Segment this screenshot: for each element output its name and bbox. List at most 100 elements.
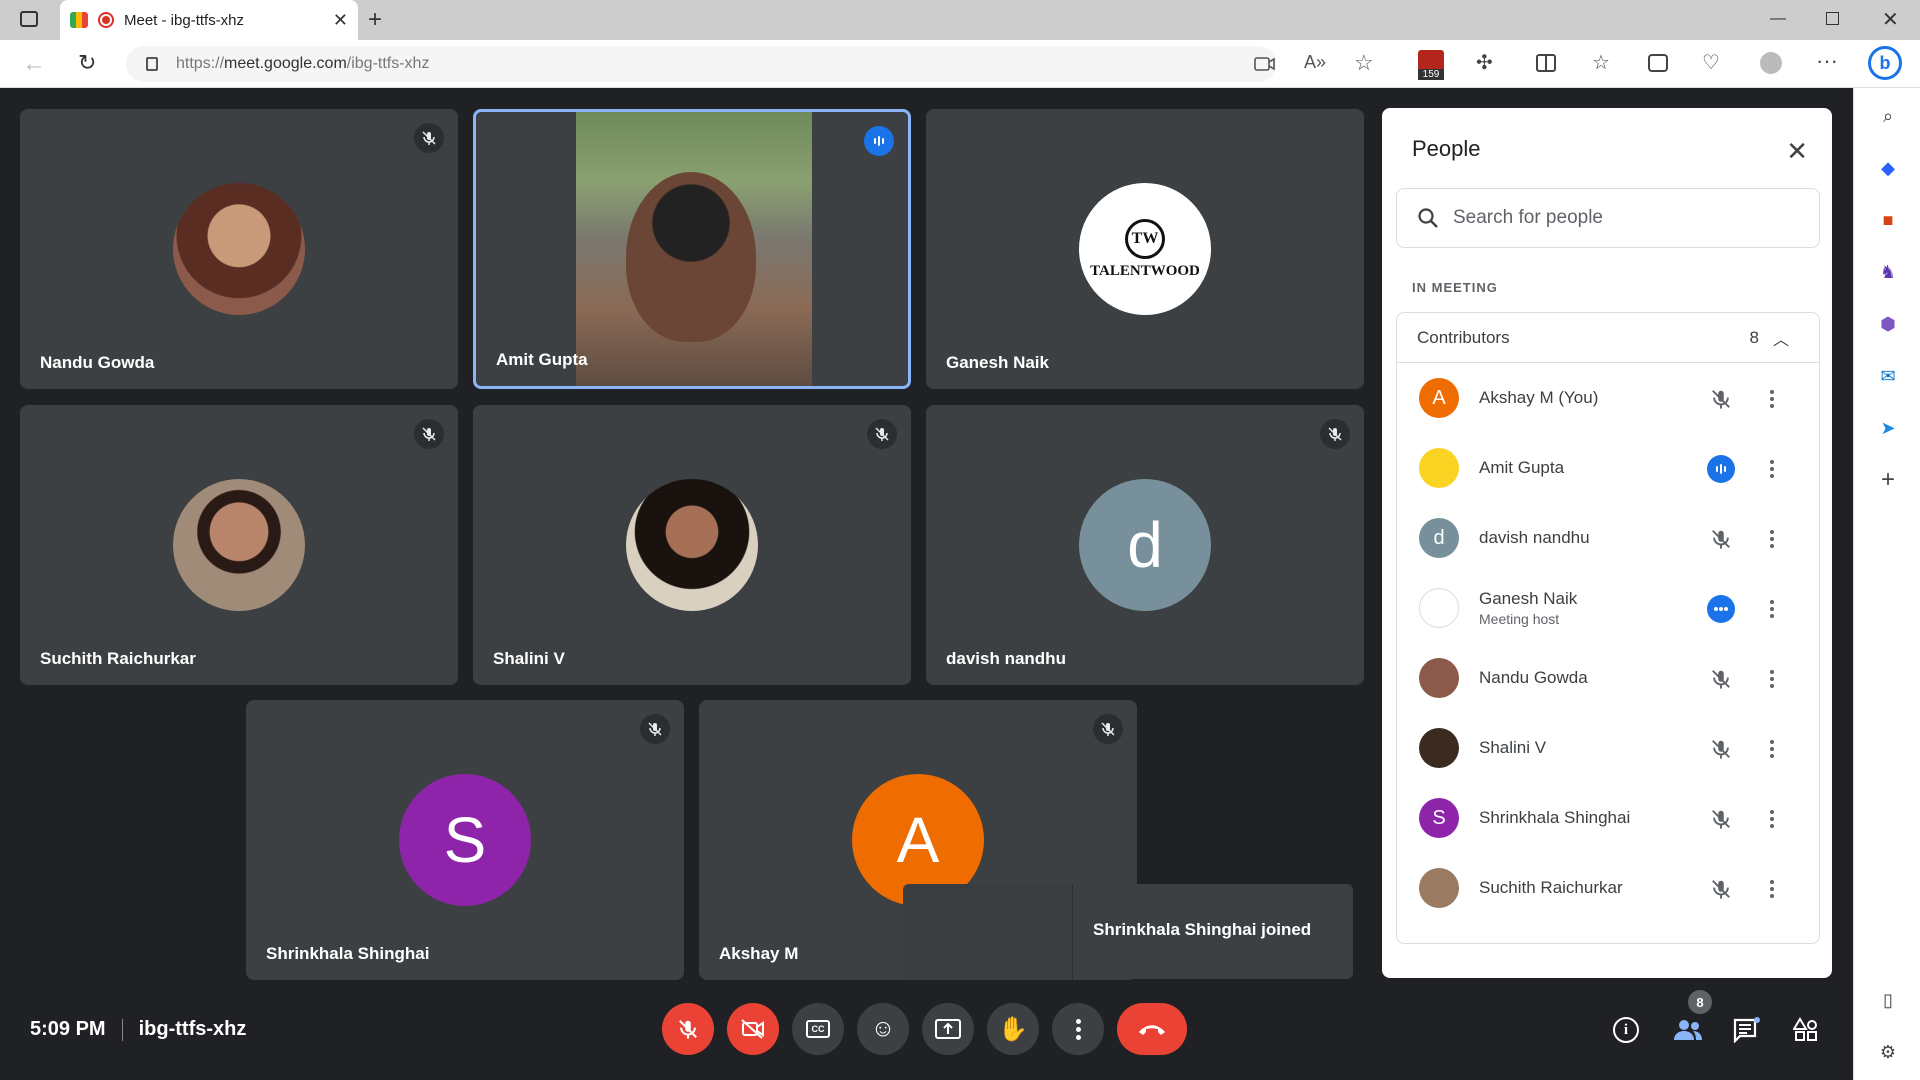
participant-tile[interactable]: Nandu Gowda (20, 109, 458, 389)
extensions-puzzle-icon[interactable]: ✣ (1476, 50, 1493, 75)
tab-actions-icon[interactable] (20, 11, 38, 27)
chevron-up-icon[interactable]: ︿ (1773, 326, 1789, 350)
avatar-letter: S (443, 804, 487, 876)
present-screen-icon (935, 1019, 961, 1039)
close-panel-icon[interactable]: ✕ (1786, 136, 1808, 167)
more-vert-icon[interactable] (1767, 525, 1777, 553)
more-vert-icon[interactable] (1767, 385, 1777, 413)
read-aloud-icon[interactable]: A» (1304, 52, 1326, 73)
meeting-details-button[interactable]: i (1606, 1010, 1646, 1050)
participant-row[interactable]: A Akshay M (You) (1397, 363, 1819, 433)
minimize-icon[interactable]: — (1770, 10, 1786, 28)
tools-briefcase-icon[interactable]: ■ (1874, 206, 1902, 234)
mic-off-icon[interactable] (1707, 665, 1735, 693)
control-bar: 5:09 PM ibg-ttfs-xhz CC ☺ ✋ i 8 (0, 990, 1853, 1080)
participant-tile-active-speaker[interactable]: Amit Gupta (473, 109, 911, 389)
participant-avatar (1419, 728, 1459, 768)
search-people-input[interactable]: Search for people (1396, 188, 1820, 248)
activities-button[interactable] (1786, 1010, 1826, 1050)
search-icon[interactable]: ⌕ (1874, 102, 1902, 130)
send-drop-icon[interactable]: ➤ (1874, 414, 1902, 442)
new-tab-icon[interactable]: + (368, 6, 382, 34)
participant-name: Akshay M (719, 944, 799, 963)
shopping-tag-icon[interactable]: ◆ (1874, 154, 1902, 182)
browser-tab[interactable]: Meet - ibg-ttfs-xhz ✕ (60, 0, 358, 40)
mic-off-icon[interactable] (1707, 385, 1735, 413)
more-vert-icon[interactable] (1767, 875, 1777, 903)
raise-hand-button[interactable]: ✋ (987, 1003, 1039, 1055)
performance-heart-icon[interactable]: ♡ (1702, 50, 1720, 75)
bing-chat-icon[interactable]: b (1868, 46, 1902, 80)
camera-blocked-icon[interactable] (1254, 56, 1276, 72)
speaking-indicator-icon[interactable] (1707, 455, 1735, 483)
speaking-indicator-icon (864, 126, 894, 156)
present-button[interactable] (922, 1003, 974, 1055)
address-bar-row: ← ↻ https://meet.google.com/ibg-ttfs-xhz… (0, 40, 1920, 88)
camera-toggle-button[interactable] (727, 1003, 779, 1055)
more-horiz-icon[interactable] (1707, 595, 1735, 623)
more-vert-icon[interactable] (1767, 595, 1777, 623)
avatar-letter: d (1433, 526, 1445, 549)
section-label: IN MEETING (1412, 280, 1498, 295)
emoji-icon: ☺ (870, 1015, 896, 1042)
split-screen-icon[interactable] (1536, 54, 1556, 72)
participant-row[interactable]: Shalini V (1397, 713, 1819, 783)
chat-icon (1733, 1017, 1760, 1043)
participant-row[interactable]: Suchith Raichurkar (1397, 853, 1819, 923)
participant-row[interactable]: S Shrinkhala Shinghai (1397, 783, 1819, 853)
reactions-button[interactable]: ☺ (857, 1003, 909, 1055)
avatar-letter: d (1127, 509, 1163, 581)
games-icon[interactable]: ♞ (1874, 258, 1902, 286)
participant-row[interactable]: Nandu Gowda (1397, 643, 1819, 713)
participant-tile[interactable]: Shalini V (473, 405, 911, 685)
participant-row[interactable]: d davish nandhu (1397, 503, 1819, 573)
mic-off-icon[interactable] (1707, 805, 1735, 833)
url-field[interactable]: https://meet.google.com/ibg-ttfs-xhz (126, 46, 1276, 82)
edge-sidebar: ⌕ ◆ ■ ♞ ⬢ ✉ ➤ + ▯ ⚙ (1853, 88, 1920, 1080)
phone-hangup-icon (1139, 1025, 1165, 1035)
microsoft-365-icon[interactable]: ⬢ (1874, 310, 1902, 338)
more-menu-icon[interactable]: ··· (1816, 48, 1838, 74)
participant-text: Shalini V (1479, 738, 1546, 758)
more-vert-icon[interactable] (1767, 455, 1777, 483)
captions-button[interactable]: CC (792, 1003, 844, 1055)
extension-calendar-icon[interactable]: 159 (1418, 50, 1444, 80)
participant-row[interactable]: Amit Gupta (1397, 433, 1819, 503)
leave-call-button[interactable] (1117, 1003, 1187, 1055)
participant-name: davish nandhu (946, 649, 1066, 668)
back-icon[interactable]: ← (22, 50, 46, 78)
outlook-icon[interactable]: ✉ (1874, 362, 1902, 390)
mic-off-icon[interactable] (1707, 875, 1735, 903)
people-button[interactable] (1668, 1010, 1708, 1050)
more-vert-icon[interactable] (1767, 805, 1777, 833)
add-icon[interactable]: + (1874, 466, 1902, 494)
hide-sidebar-icon[interactable]: ▯ (1874, 986, 1902, 1014)
contributors-header[interactable]: Contributors 8 ︿ (1397, 313, 1819, 363)
mic-off-icon (640, 714, 670, 744)
more-options-button[interactable] (1052, 1003, 1104, 1055)
participant-avatar (1419, 868, 1459, 908)
mic-toggle-button[interactable] (662, 1003, 714, 1055)
participant-tile[interactable]: TW TALENTWOOD Ganesh Naik (926, 109, 1364, 389)
more-vert-icon[interactable] (1767, 735, 1777, 763)
close-window-icon[interactable]: ✕ (1882, 7, 1899, 32)
refresh-icon[interactable]: ↻ (78, 50, 96, 76)
favorites-icon[interactable]: ☆ (1592, 50, 1610, 75)
browser-tab-bar: Meet - ibg-ttfs-xhz ✕ + — ✕ (0, 0, 1920, 40)
settings-gear-icon[interactable]: ⚙ (1874, 1038, 1902, 1066)
participant-tile[interactable]: S Shrinkhala Shinghai (246, 700, 684, 980)
participant-tile[interactable]: d davish nandhu (926, 405, 1364, 685)
restore-icon[interactable] (1826, 12, 1839, 25)
participant-tile[interactable]: Suchith Raichurkar (20, 405, 458, 685)
mic-off-icon[interactable] (1707, 525, 1735, 553)
participant-row[interactable]: Ganesh Naik Meeting host (1397, 573, 1819, 643)
mic-off-icon (679, 1020, 697, 1039)
group-label: Contributors (1417, 327, 1510, 347)
chat-button[interactable] (1727, 1010, 1767, 1050)
favorite-star-icon[interactable]: ☆ (1354, 50, 1374, 76)
mic-off-icon[interactable] (1707, 735, 1735, 763)
profile-avatar[interactable] (1760, 52, 1782, 74)
close-tab-icon[interactable]: ✕ (333, 10, 348, 31)
collections-icon[interactable] (1648, 54, 1668, 72)
more-vert-icon[interactable] (1767, 665, 1777, 693)
